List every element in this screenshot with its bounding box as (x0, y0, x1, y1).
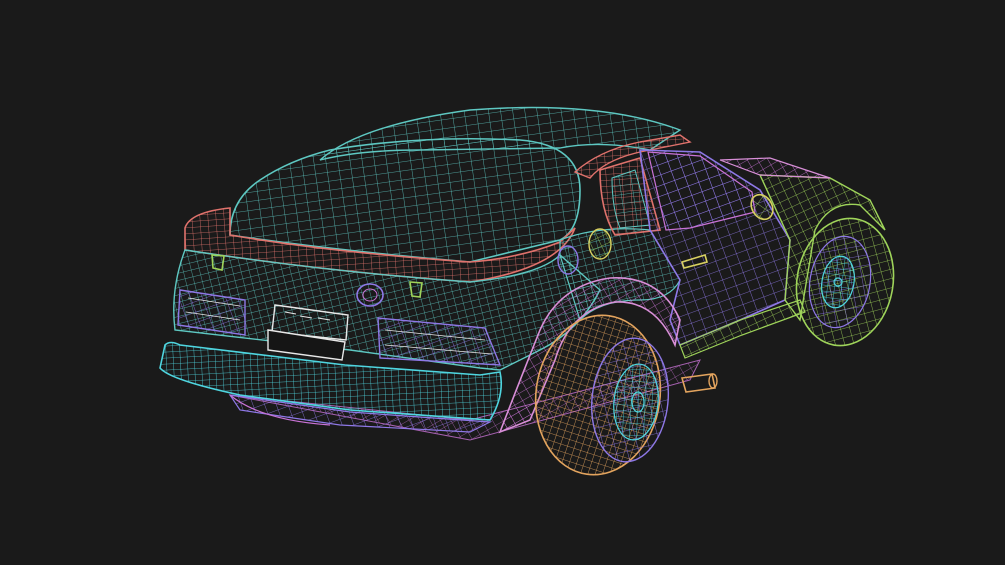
exhaust-pipe (680, 373, 718, 393)
wireframe-render-canvas (0, 0, 1005, 565)
car-wireframe (159, 106, 895, 476)
